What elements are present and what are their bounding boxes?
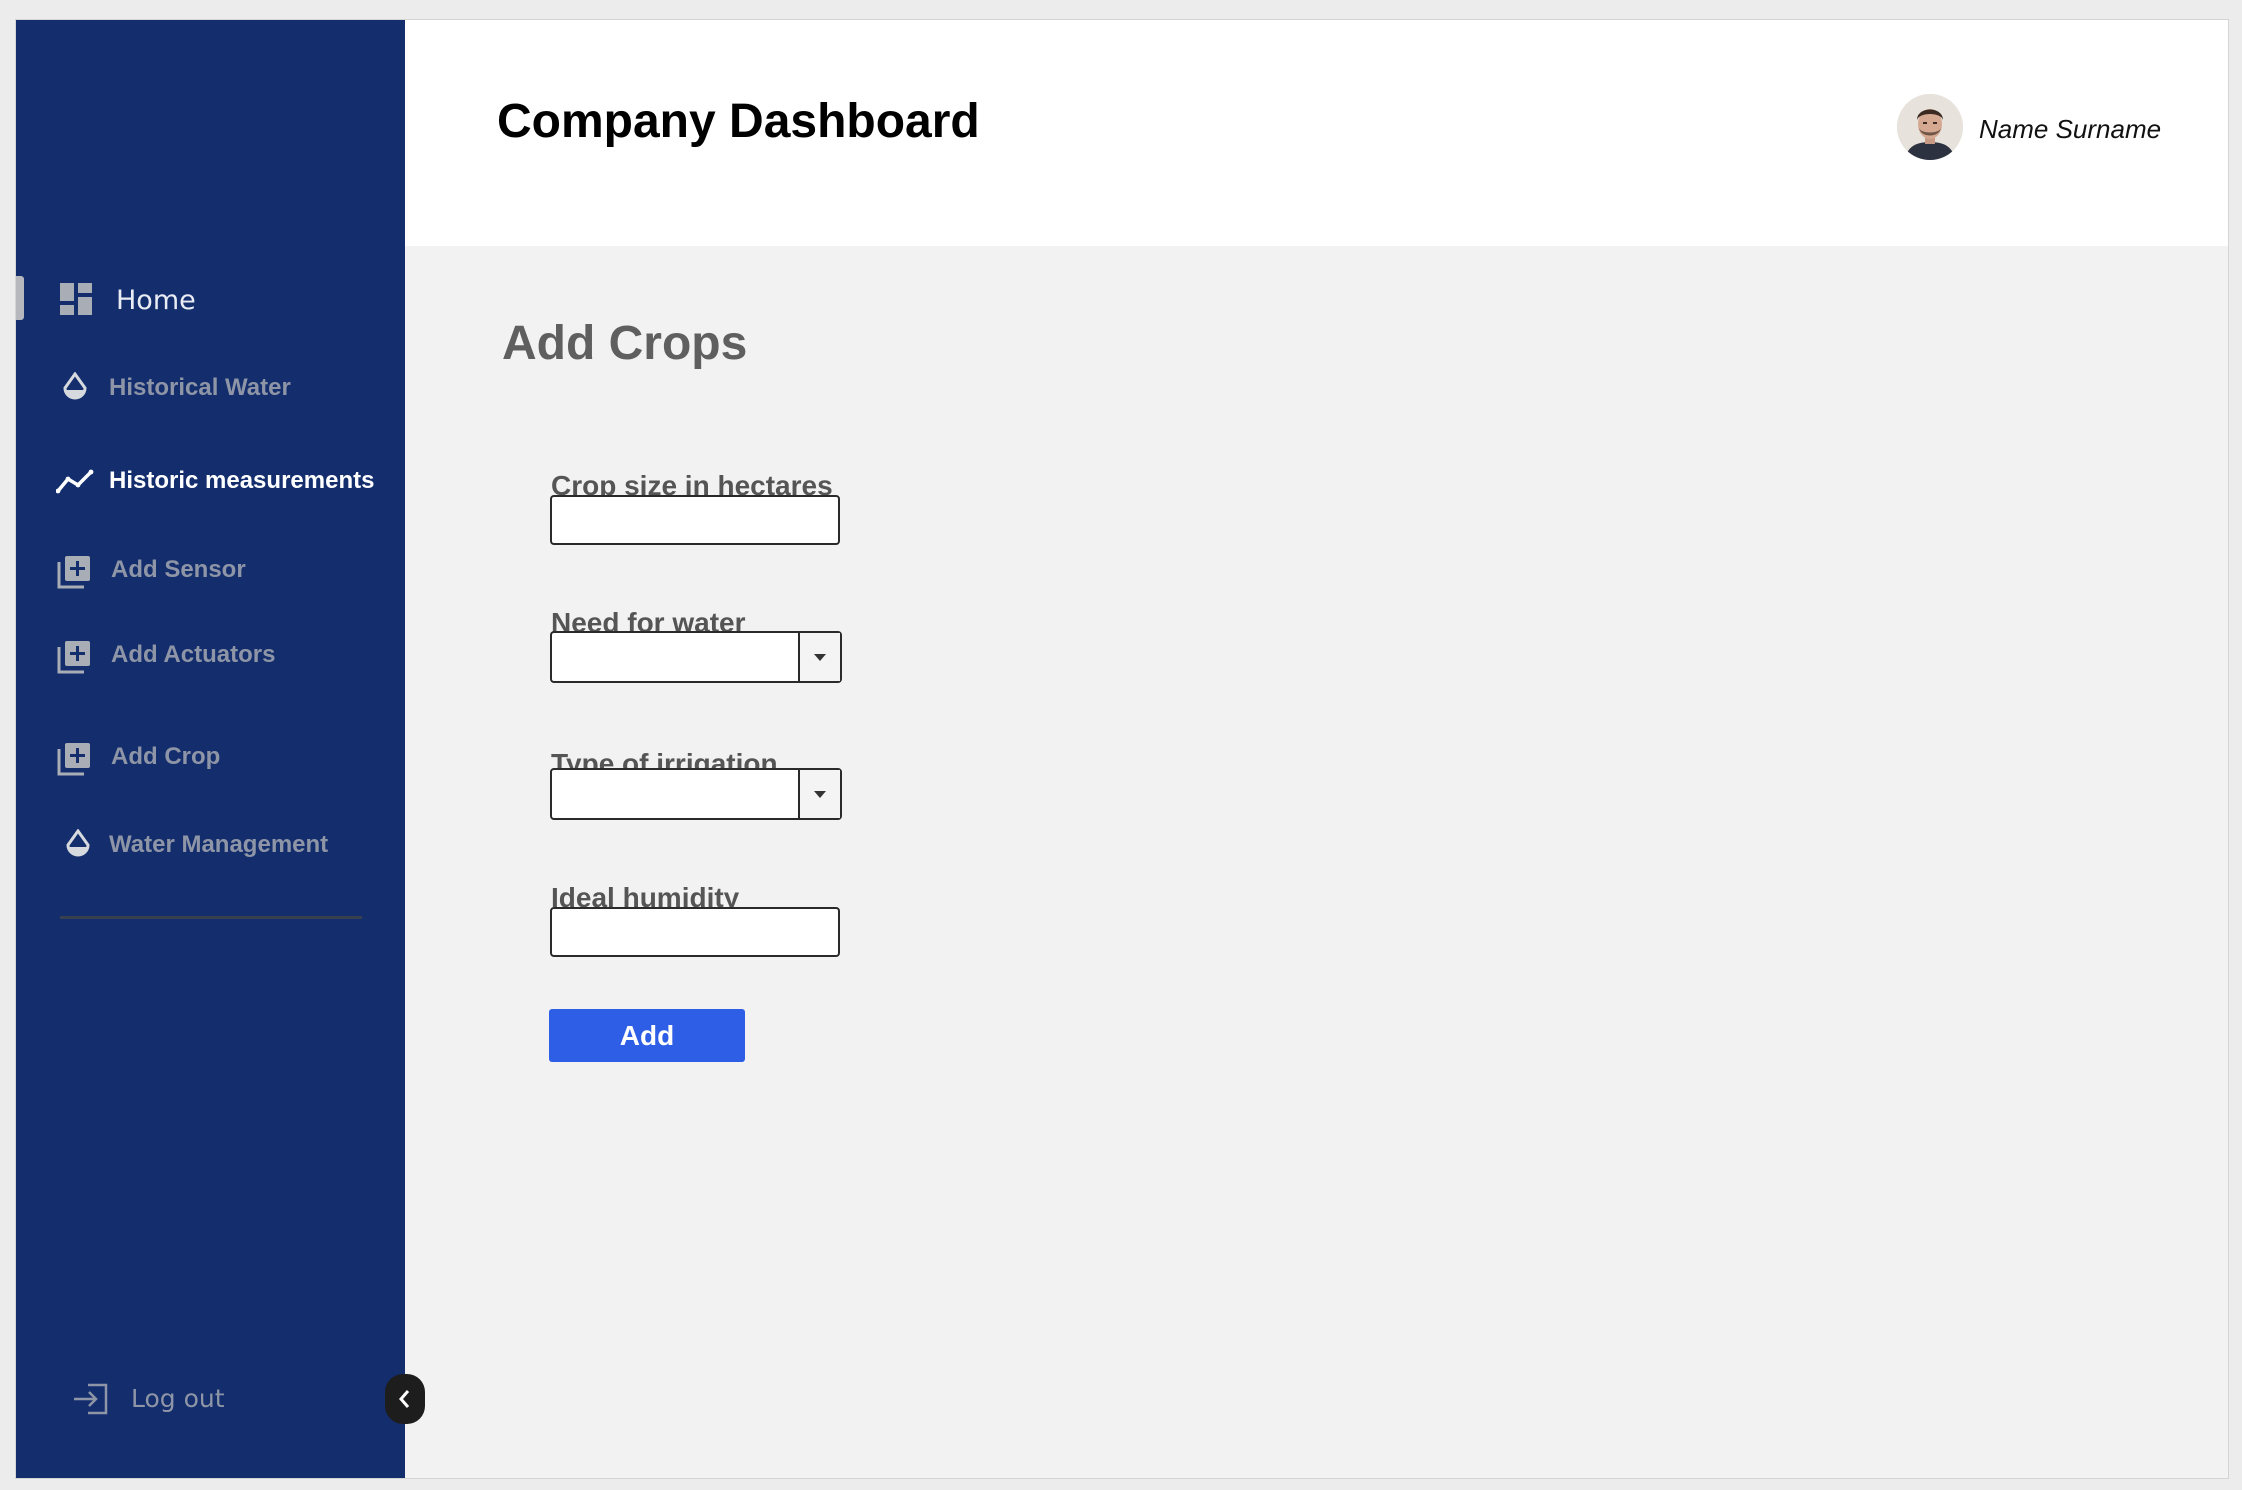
sidebar-item-historic-measurements[interactable]: Historic measurements xyxy=(16,451,405,511)
sidebar-item-label: Add Crop xyxy=(111,743,221,770)
humidity-input[interactable] xyxy=(550,907,840,957)
water-need-select[interactable] xyxy=(550,631,842,683)
sidebar-item-label: Home xyxy=(116,284,196,316)
sidebar-item-add-sensor[interactable]: Add Sensor xyxy=(16,540,405,600)
form-heading: Add Crops xyxy=(502,317,748,370)
sidebar-item-add-crop[interactable]: Add Crop xyxy=(16,727,405,787)
dashboard-icon xyxy=(60,283,92,315)
page-title: Company Dashboard xyxy=(497,95,980,148)
sidebar-item-label: Add Sensor xyxy=(111,556,246,583)
sidebar-item-label: Water Management xyxy=(109,831,329,858)
sidebar-item-water-management[interactable]: Water Management xyxy=(16,815,405,875)
collapse-sidebar-button[interactable] xyxy=(385,1374,425,1424)
top-header: Company Dashboard Name Surname xyxy=(405,20,2228,246)
irrigation-select[interactable] xyxy=(550,768,842,820)
sidebar-item-label: Historic measurements xyxy=(109,467,375,494)
sidebar-item-home[interactable]: Home xyxy=(16,270,405,330)
sidebar: Home Historical Water Historic measureme… xyxy=(16,20,405,1478)
caret-down-icon xyxy=(814,653,826,661)
caret-down-icon xyxy=(814,790,826,798)
sidebar-item-add-actuators[interactable]: Add Actuators xyxy=(16,625,405,685)
add-box-icon xyxy=(57,556,90,589)
add-box-icon xyxy=(57,743,90,776)
add-button[interactable]: Add xyxy=(549,1009,745,1062)
irrigation-dropdown-button[interactable] xyxy=(798,770,840,818)
add-box-icon xyxy=(57,641,90,674)
sidebar-item-historical-water[interactable]: Historical Water xyxy=(16,358,405,418)
user-avatar-icon xyxy=(1897,94,1963,160)
logout-icon xyxy=(74,1383,108,1415)
water-drop-icon xyxy=(63,372,87,400)
crop-size-input[interactable] xyxy=(550,495,840,545)
sidebar-item-label: Historical Water xyxy=(109,374,291,401)
chevron-left-icon xyxy=(399,1390,410,1408)
water-need-dropdown-button[interactable] xyxy=(798,633,840,681)
water-drop-icon xyxy=(66,829,90,857)
logout-button[interactable]: Log out xyxy=(16,1368,405,1428)
trend-line-icon xyxy=(56,469,94,494)
avatar[interactable] xyxy=(1897,94,1963,160)
sidebar-item-label: Add Actuators xyxy=(111,641,276,668)
logout-label: Log out xyxy=(131,1383,225,1413)
user-name[interactable]: Name Surname xyxy=(1979,114,2161,145)
sidebar-divider xyxy=(60,916,362,919)
app-window: Home Historical Water Historic measureme… xyxy=(16,20,2228,1478)
